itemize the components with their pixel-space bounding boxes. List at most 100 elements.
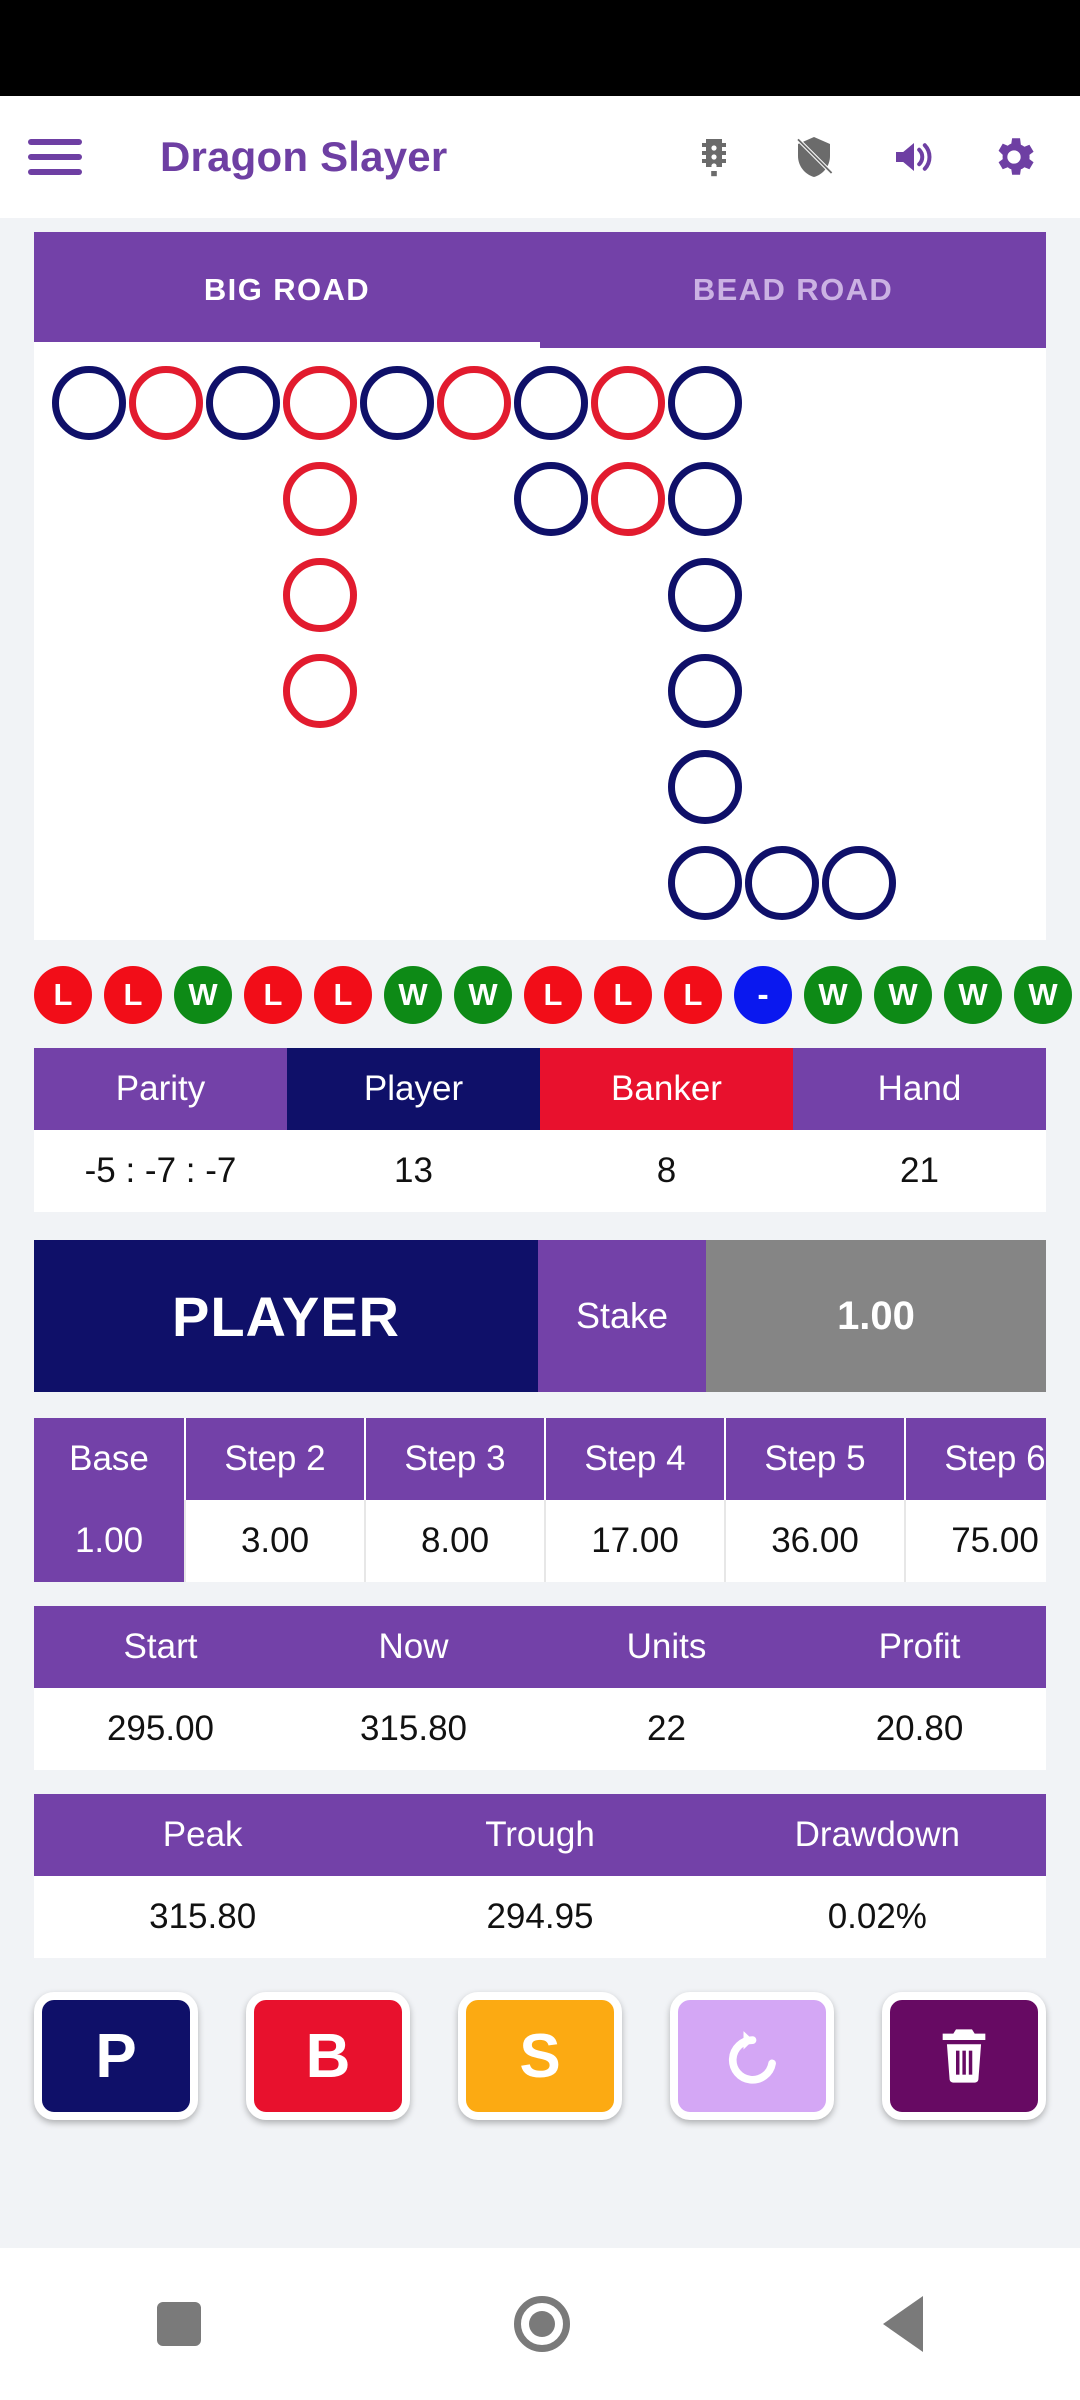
steps-value-4: 36.00 — [726, 1500, 906, 1582]
home-button[interactable] — [513, 2296, 570, 2352]
big-road-bead-blue — [514, 462, 588, 536]
peak-table-header: Peak Trough Drawdown — [34, 1794, 1046, 1876]
peak-header-trough: Trough — [371, 1794, 709, 1876]
big-road-bead-blue — [668, 846, 742, 920]
main-content: BIG ROAD BEAD ROAD LLWLLWWLLL-WWWW Parit… — [0, 218, 1080, 2248]
result-badge-l: L — [664, 966, 722, 1024]
page-title: Dragon Slayer — [160, 133, 448, 180]
delete-button[interactable] — [882, 1992, 1046, 2120]
big-road-cells — [44, 362, 1036, 928]
result-badge-w: W — [944, 966, 1002, 1024]
tab-big-road[interactable]: BIG ROAD — [34, 232, 540, 348]
parity-header-hand: Hand — [793, 1048, 1046, 1130]
player-button[interactable]: P — [34, 1992, 198, 2120]
result-badge-w: W — [174, 966, 232, 1024]
result-badge-tie: - — [734, 966, 792, 1024]
result-badge-w: W — [384, 966, 442, 1024]
big-road-bead-red — [283, 366, 357, 440]
parity-table: Parity Player Banker Hand -5 : -7 : -7 1… — [34, 1048, 1046, 1212]
bet-panel: PLAYER Stake 1.00 — [34, 1240, 1046, 1392]
steps-table-row: 1.00 3.00 8.00 17.00 36.00 75.00 — [34, 1500, 1046, 1582]
big-road-bead-red — [437, 366, 511, 440]
banker-button[interactable]: B — [246, 1992, 410, 2120]
result-badge-w: W — [454, 966, 512, 1024]
steps-table[interactable]: Base Step 2 Step 3 Step 4 Step 5 Step 6 1.00 3… — [34, 1418, 1046, 1582]
bankroll-header-profit: Profit — [793, 1606, 1046, 1688]
current-bet-side[interactable]: PLAYER — [34, 1240, 538, 1392]
peak-table-row: 315.80 294.95 0.02% — [34, 1876, 1046, 1958]
steps-value-5: 75.00 — [906, 1500, 1046, 1582]
steps-value-1: 3.00 — [186, 1500, 366, 1582]
shield-off-icon[interactable] — [786, 129, 842, 185]
tab-bead-road[interactable]: BEAD ROAD — [540, 232, 1046, 348]
bankroll-value-start: 295.00 — [34, 1688, 287, 1770]
big-road-bead-red — [591, 462, 665, 536]
big-road-bead-blue — [668, 366, 742, 440]
parity-header-player: Player — [287, 1048, 540, 1130]
app-bar: Dragon Slayer — [0, 96, 1080, 218]
peak-value-drawdown: 0.02% — [708, 1876, 1046, 1958]
undo-icon — [728, 2031, 776, 2084]
phone-screen: Dragon Slayer BIG ROAD BEAD ROAD L L W L… — [0, 0, 1080, 2400]
big-road-bead-blue — [822, 846, 896, 920]
android-nav-bar — [0, 2248, 1080, 2400]
bankroll-header-units: Units — [540, 1606, 793, 1688]
parity-table-header: Parity Player Banker Hand — [34, 1048, 1046, 1130]
big-road-bead-blue — [668, 750, 742, 824]
result-badge-l: L — [524, 966, 582, 1024]
parity-header-parity: Parity — [34, 1048, 287, 1130]
bankroll-header-now: Now — [287, 1606, 540, 1688]
result-badge-l: L — [594, 966, 652, 1024]
parity-value-banker: 8 — [540, 1130, 793, 1212]
parity-table-row: -5 : -7 : -7 13 8 21 — [34, 1130, 1046, 1212]
big-road-bead-red — [129, 366, 203, 440]
big-road-bead-blue — [206, 366, 280, 440]
peak-table: Peak Trough Drawdown 315.80 294.95 0.02% — [34, 1794, 1046, 1958]
bankroll-table: Start Now Units Profit 295.00 315.80 22 … — [34, 1606, 1046, 1770]
big-road-bead-red — [591, 366, 665, 440]
steps-table-header: Base Step 2 Step 3 Step 4 Step 5 Step 6 — [34, 1418, 1046, 1500]
big-road-bead-blue — [52, 366, 126, 440]
big-road-bead-blue — [360, 366, 434, 440]
bankroll-header-start: Start — [34, 1606, 287, 1688]
result-badge-l: L — [34, 966, 92, 1024]
bankroll-value-units: 22 — [540, 1688, 793, 1770]
steps-header-0: Base — [34, 1418, 186, 1500]
volume-up-icon[interactable] — [886, 129, 942, 185]
peak-header-drawdown: Drawdown — [708, 1794, 1046, 1876]
result-badge-l: L — [314, 966, 372, 1024]
result-badge-w: W — [874, 966, 932, 1024]
hamburger-icon[interactable] — [28, 126, 90, 188]
undo-button[interactable] — [670, 1992, 834, 2120]
back-button[interactable] — [883, 2296, 924, 2352]
result-badge-w: W — [1014, 966, 1072, 1024]
road-tabs: BIG ROAD BEAD ROAD — [34, 232, 1046, 348]
skip-button[interactable]: S — [458, 1992, 622, 2120]
steps-header-1: Step 2 — [186, 1418, 366, 1500]
gear-icon[interactable] — [986, 129, 1042, 185]
bankroll-table-header: Start Now Units Profit — [34, 1606, 1046, 1688]
steps-value-2: 8.00 — [366, 1500, 546, 1582]
road-card: BIG ROAD BEAD ROAD — [34, 232, 1046, 940]
stake-value[interactable]: 1.00 — [706, 1240, 1046, 1392]
big-road-bead-red — [283, 654, 357, 728]
traffic-light-icon[interactable] — [686, 129, 742, 185]
big-road-bead-blue — [668, 558, 742, 632]
result-badge-l: L — [104, 966, 162, 1024]
steps-header-2: Step 3 — [366, 1418, 546, 1500]
result-badge-l: L — [244, 966, 302, 1024]
parity-header-banker: Banker — [540, 1048, 793, 1130]
app-bar-actions — [686, 129, 1052, 185]
peak-value-trough: 294.95 — [371, 1876, 709, 1958]
stake-label: Stake — [538, 1240, 706, 1392]
trash-icon — [942, 2029, 986, 2083]
big-road-grid[interactable] — [34, 348, 1046, 940]
recents-button[interactable] — [156, 2302, 201, 2346]
big-road-bead-red — [283, 558, 357, 632]
action-button-row: P B S — [34, 1992, 1046, 2120]
result-badge-w: W — [804, 966, 862, 1024]
big-road-bead-blue — [514, 366, 588, 440]
steps-header-5: Step 6 — [906, 1418, 1046, 1500]
bankroll-value-profit: 20.80 — [793, 1688, 1046, 1770]
parity-value-player: 13 — [287, 1130, 540, 1212]
